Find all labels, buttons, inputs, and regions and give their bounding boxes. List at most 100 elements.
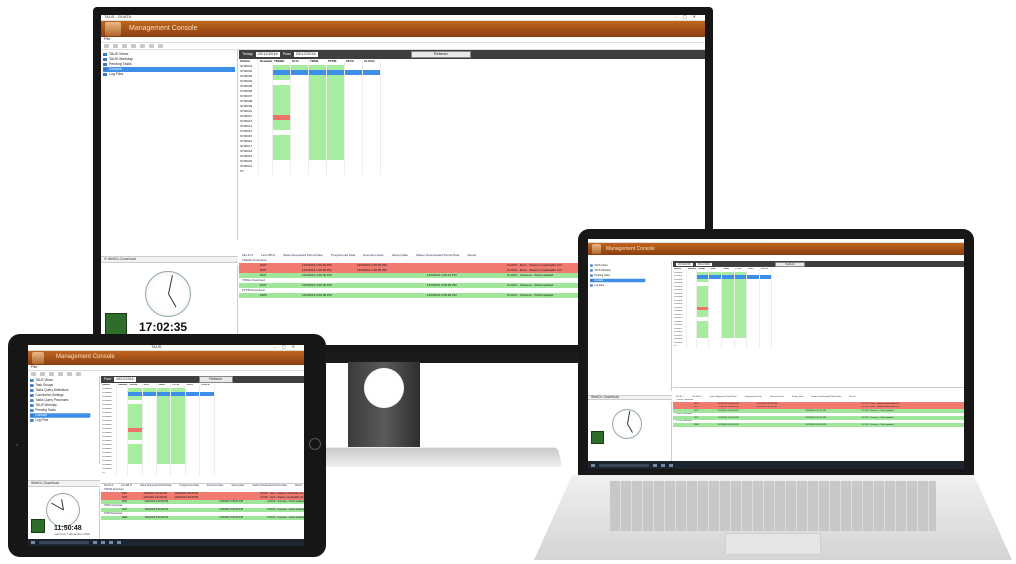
tablet-task-log-panel: File ID # Link DB Id Tasks Requested Perio…: [101, 484, 304, 539]
log-saving-date: 12/9/2016 2:00:00 PM: [219, 508, 243, 511]
log-header-cell[interactable]: Result: [295, 484, 302, 488]
tree-item[interactable]: TAUS Views: [30, 378, 90, 383]
table-row[interactable]: ST: [101, 472, 304, 476]
tree-item-icon: [590, 264, 593, 267]
log-header-cell[interactable]: Programmed Date: [745, 396, 762, 399]
log-id: DCP: [260, 273, 267, 277]
status-cell: [143, 472, 157, 476]
log-header-cell[interactable]: Station Downloaded Period Date: [252, 484, 287, 488]
tree-item-label: Console: [109, 67, 122, 72]
tree-item-icon: [30, 399, 34, 402]
log-header-cell[interactable]: Programmed Date: [331, 253, 356, 258]
tree-item[interactable]: Pending Tasks: [590, 274, 645, 278]
to-date-input[interactable]: 20/12/2016: [293, 51, 318, 57]
app-logo-icon: [105, 22, 121, 36]
log-header-cell[interactable]: File ID #: [104, 484, 113, 488]
tree-item[interactable]: Tasks Query Definitions: [30, 388, 90, 393]
log-result: CLOCK - Success - Clock updated: [507, 273, 554, 277]
log-header-cell[interactable]: Station Downloaded Period Date: [416, 253, 460, 258]
tree-item[interactable]: Task Groups: [30, 383, 90, 388]
laptop-to-date-input[interactable]: 20/12/2016: [695, 262, 713, 266]
tree-item-label: Pending Tasks: [35, 408, 56, 413]
laptop-refresh-button[interactable]: Refresh: [775, 261, 806, 267]
tree-item[interactable]: Log Files: [590, 284, 645, 288]
log-header-cell[interactable]: Programmed Date: [180, 484, 200, 488]
log-header-cell[interactable]: File ID #: [242, 253, 253, 258]
log-header-cell[interactable]: Station Downloaded Period Date: [811, 396, 841, 399]
tree-item[interactable]: TAUS Views: [590, 264, 645, 268]
log-header-cell[interactable]: Link DB Id: [261, 253, 275, 258]
laptop-station-grid: Station Readable TREND GUA TMWL PTPM PEVC CLOCK…: [673, 268, 964, 388]
tablet-refresh-button[interactable]: Refresh: [198, 376, 233, 383]
tablet-web-download-bar[interactable]: WebDL Download: [28, 480, 100, 487]
log-programmed-date: 12/9/2016 1:00:00 PM: [302, 268, 332, 272]
date-input[interactable]: 20/12/2016: [255, 51, 280, 57]
toolbar-refresh-icon[interactable]: [158, 44, 163, 48]
tree-item[interactable]: TAUS Workday: [590, 269, 645, 273]
tree-item-icon: [103, 63, 107, 66]
log-header-cell[interactable]: Tasks Requested Period Date: [283, 253, 323, 258]
log-header-cell[interactable]: File ID #: [676, 396, 684, 399]
web-download-bar[interactable]: ⟳ WebDL Download: [101, 256, 238, 263]
log-header-cell[interactable]: Saving Date: [231, 484, 244, 488]
log-saving-date: 12/9/2016 1:59:21 PM: [219, 500, 243, 503]
tree-item[interactable]: Console: [590, 278, 646, 283]
log-result: CLOCK - Success - Clock updated: [861, 423, 894, 426]
log-id: DCP: [260, 263, 267, 267]
toolbar-delete-icon[interactable]: [149, 44, 154, 48]
readable-cell: [259, 170, 273, 175]
toolbar-edit-icon[interactable]: [131, 44, 136, 48]
log-header-cell[interactable]: Saving Date: [792, 396, 803, 399]
window-controls[interactable]: –▢✕: [675, 15, 702, 20]
start-icon[interactable]: [31, 541, 35, 544]
laptop-date-input[interactable]: 20/12/2016: [676, 262, 693, 266]
toolbar-up-icon[interactable]: [122, 44, 127, 48]
log-header-cell[interactable]: Tasks Requested Period Date: [140, 484, 172, 488]
log-header-cell[interactable]: Saving Date: [392, 253, 408, 258]
log-header-cell[interactable]: Link DB Id: [121, 484, 132, 488]
tree-item[interactable]: Pending Tasks: [30, 408, 90, 413]
toolbar-back-icon[interactable]: [104, 44, 109, 48]
tree-item[interactable]: Log Files: [30, 418, 90, 423]
taskbar-search[interactable]: [39, 541, 89, 544]
log-id: DCP: [694, 406, 699, 408]
laptop-web-download-bar[interactable]: WebDL Download: [588, 395, 672, 400]
clock-panel: 17:02:35 mercredi 7 décembre 2016: [101, 265, 238, 345]
log-header-cell[interactable]: Execution Date: [363, 253, 383, 258]
tablet-date-input[interactable]: 09/12/2016: [114, 377, 136, 382]
log-header-cell[interactable]: Execution Date: [207, 484, 223, 488]
tree-item-icon: [590, 274, 593, 277]
table-row[interactable]: ST: [239, 170, 705, 175]
tablet-window-controls[interactable]: –▢✕: [274, 345, 301, 350]
laptop-clock-panel: [588, 401, 672, 461]
tablet-home-button[interactable]: [309, 438, 321, 450]
tree-item[interactable]: TAUS Workday: [30, 403, 90, 408]
tree-item[interactable]: Connection Settings: [30, 393, 90, 398]
log-header-cell[interactable]: Result: [467, 253, 476, 258]
laptop-start-icon[interactable]: [591, 463, 595, 467]
log-programmed-date: 12/9/2016 2:00:00 PM: [718, 423, 739, 426]
toolbar-add-icon[interactable]: [140, 44, 145, 48]
log-result: CLOCK - Success - Clock updated: [267, 508, 304, 511]
tree-item[interactable]: Console: [30, 413, 91, 418]
tree-item[interactable]: Log Files: [103, 72, 235, 77]
refresh-button[interactable]: Refresh: [410, 51, 471, 58]
toolbar-forward-icon[interactable]: [113, 44, 118, 48]
log-header-cell[interactable]: Execution Date: [770, 396, 784, 399]
log-programmed-date: 12/9/2016 2:00:00 PM: [718, 416, 739, 419]
to-label: Past: [282, 51, 291, 57]
status-cell: [760, 345, 773, 349]
log-header-cell[interactable]: Result: [849, 396, 855, 399]
log-result: CLOCK - Error - Station unreachable Ctrl…: [861, 402, 900, 405]
log-result: CLOCK - Success - Clock updated: [507, 283, 554, 287]
window-title: TAUS - GUATA: [104, 15, 132, 20]
tree-item[interactable]: Tasks Query Processes: [30, 398, 90, 403]
tree-item-icon: [103, 58, 107, 61]
status-cell: [273, 170, 291, 175]
log-header-cell[interactable]: Tasks Requested Period Date: [709, 396, 737, 399]
log-row[interactable]: PEM 12/9/2016 2:00:00 PM 12/9/2016 2:00:00…: [101, 516, 304, 520]
table-row[interactable]: ST: [673, 345, 964, 349]
laptop-taskbar-search[interactable]: [599, 463, 649, 467]
log-header-cell[interactable]: Link DB Id: [692, 396, 702, 399]
log-row[interactable]: PEM 12/9/2016 2:00:00 PM 12/9/2016 2:00:00…: [673, 423, 964, 427]
